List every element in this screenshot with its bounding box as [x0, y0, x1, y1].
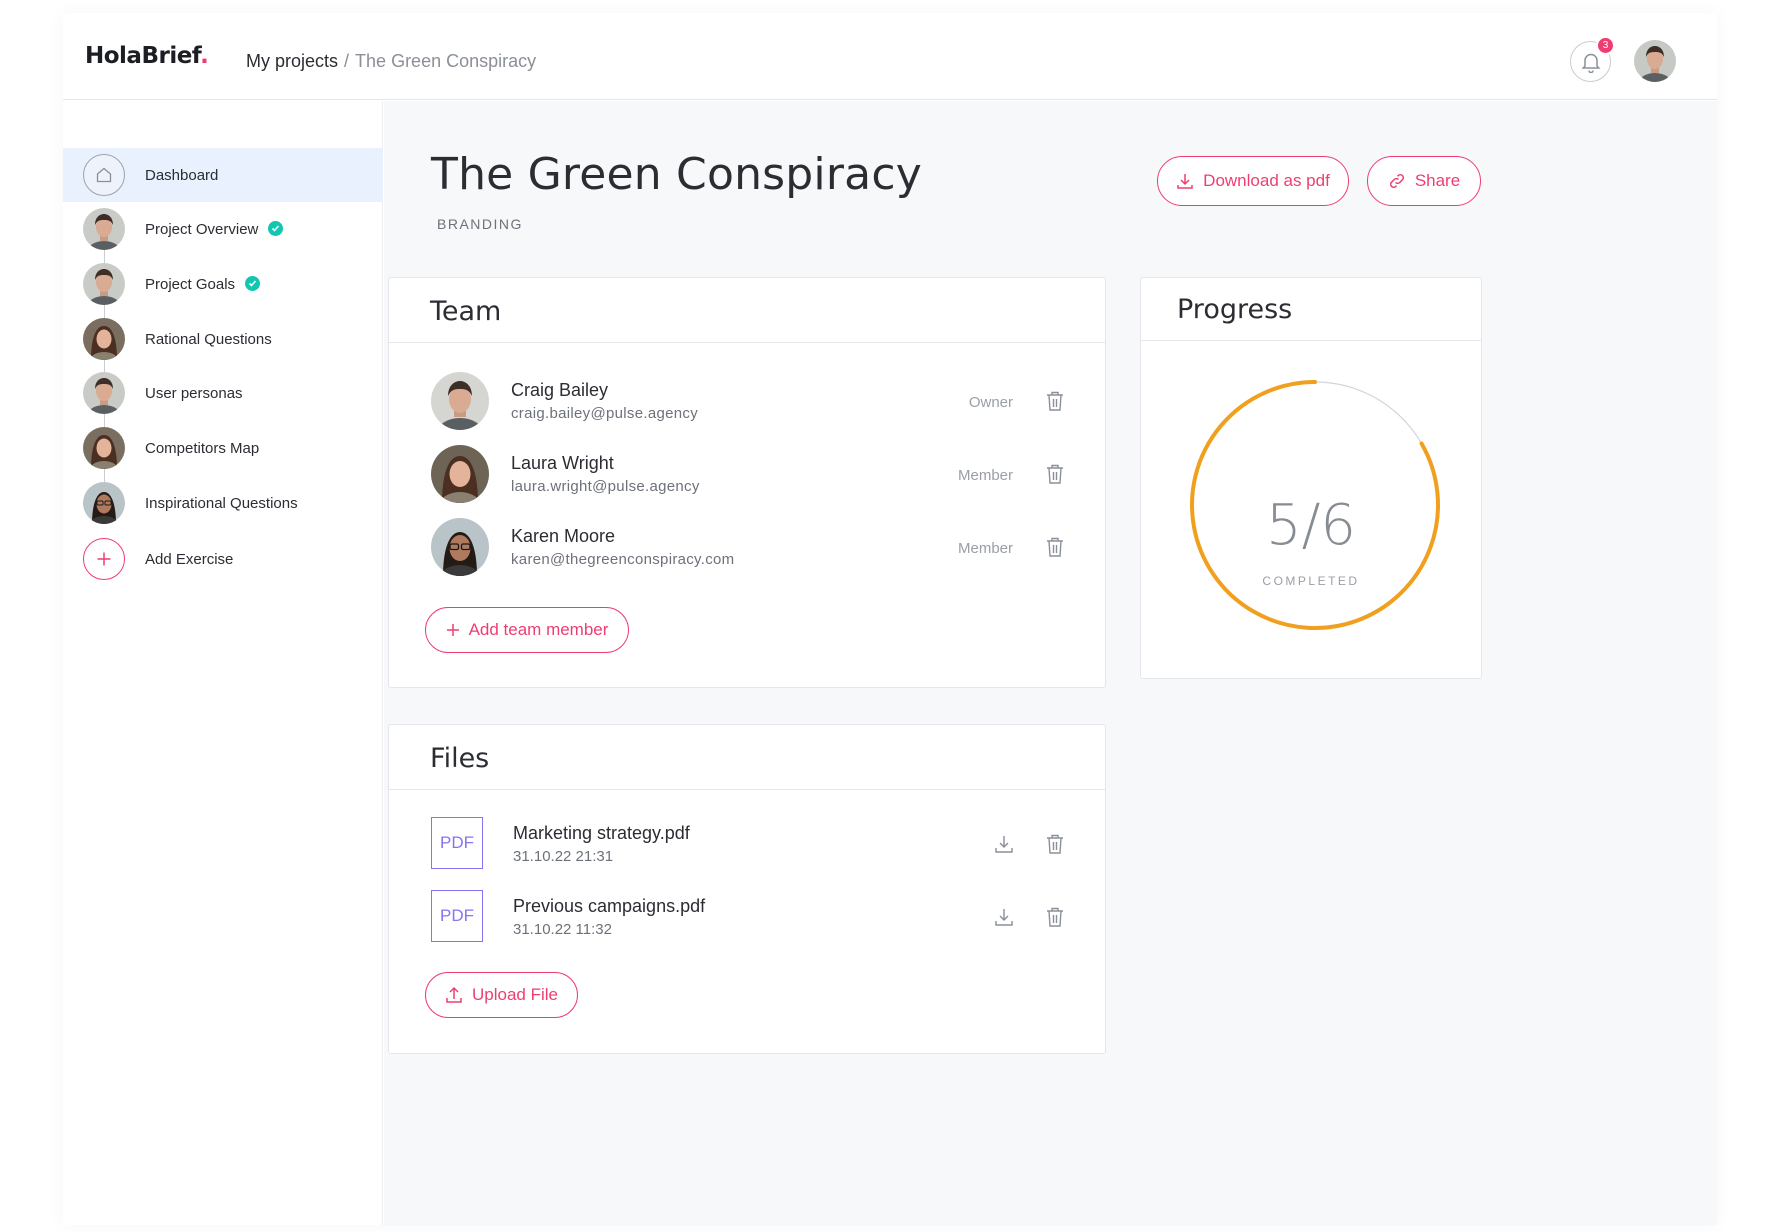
plus-icon	[446, 624, 459, 636]
team-member-row: Karen Moore karen@thegreenconspiracy.com…	[389, 518, 1105, 580]
logo[interactable]: HolaBrief.	[85, 43, 209, 69]
trash-icon[interactable]	[1045, 833, 1065, 855]
member-email: laura.wright@pulse.agency	[511, 478, 700, 495]
avatar-man-image	[1634, 40, 1676, 82]
sidebar-item-inspirational-questions[interactable]: Inspirational Questions	[63, 476, 383, 530]
files-card-header: Files	[389, 725, 1105, 790]
sidebar-item-label: Dashboard	[145, 166, 219, 184]
sidebar-item-project-overview[interactable]: Project Overview	[63, 202, 383, 256]
upload-icon	[446, 986, 462, 1003]
top-bar: HolaBrief. My projects / The Green Conspir…	[63, 13, 1717, 100]
team-card: Team Craig Bailey craig.bailey@pulse.age…	[388, 277, 1106, 688]
download-icon	[1177, 174, 1193, 189]
avatar	[431, 372, 489, 430]
home-icon	[83, 154, 125, 196]
files-title: Files	[430, 743, 490, 774]
progress-card: Progress 5/6 COMPLETED	[1140, 277, 1482, 679]
breadcrumb: My projects / The Green Conspiracy	[246, 51, 536, 72]
file-name[interactable]: Previous campaigns.pdf	[513, 896, 705, 917]
sidebar-item-label: User personas	[145, 384, 243, 402]
member-role: Owner	[968, 394, 1013, 411]
team-card-header: Team	[389, 278, 1105, 343]
project-category: BRANDING	[437, 216, 523, 232]
trash-icon[interactable]	[1045, 390, 1065, 412]
sidebar-item-competitors-map[interactable]: Competitors Map	[63, 421, 383, 475]
member-email: craig.bailey@pulse.agency	[511, 405, 698, 422]
sidebar-item-label: Project Goals	[145, 275, 261, 293]
logo-dot: .	[200, 43, 209, 69]
sidebar-item-rational-questions[interactable]: Rational Questions	[63, 312, 383, 366]
share-label: Share	[1414, 171, 1461, 190]
user-avatar[interactable]	[1634, 40, 1676, 82]
team-member-row: Craig Bailey craig.bailey@pulse.agency O…	[389, 372, 1105, 434]
avatar	[83, 482, 125, 524]
file-date: 31.10.22 21:31	[513, 848, 614, 865]
sidebar-item-project-goals[interactable]: Project Goals	[63, 257, 383, 311]
share-button[interactable]: Share	[1367, 156, 1481, 206]
sidebar: Dashboard Project Overview Project Goals…	[63, 101, 383, 1225]
sidebar-item-user-personas[interactable]: User personas	[63, 366, 383, 420]
trash-icon[interactable]	[1045, 906, 1065, 928]
sidebar-item-label: Inspirational Questions	[145, 494, 298, 512]
breadcrumb-root-link[interactable]: My projects	[246, 51, 338, 71]
avatar	[83, 318, 125, 360]
progress-caption: COMPLETED	[1262, 574, 1360, 588]
add-team-member-label: Add team member	[468, 620, 609, 639]
avatar	[431, 518, 489, 576]
download-pdf-label: Download as pdf	[1203, 171, 1330, 190]
member-name: Karen Moore	[511, 526, 616, 546]
avatar	[431, 445, 489, 503]
breadcrumb-separator: /	[344, 51, 350, 71]
files-card: Files PDF Marketing strategy.pdf 31.10.2…	[388, 724, 1106, 1054]
download-pdf-button[interactable]: Download as pdf	[1157, 156, 1349, 206]
upload-file-label: Upload File	[472, 985, 558, 1004]
pdf-file-icon: PDF	[431, 890, 483, 942]
file-date: 31.10.22 11:32	[513, 921, 612, 938]
bell-icon	[1581, 53, 1600, 73]
breadcrumb-current: The Green Conspiracy	[355, 51, 537, 71]
file-row: PDF Previous campaigns.pdf 31.10.22 11:3…	[389, 890, 1105, 946]
avatar	[83, 372, 125, 414]
member-email: karen@thegreenconspiracy.com	[511, 551, 735, 568]
pdf-file-icon: PDF	[431, 817, 483, 869]
member-role: Member	[957, 540, 1013, 557]
sidebar-item-text: Project Goals	[145, 275, 236, 293]
file-row: PDF Marketing strategy.pdf 31.10.22 21:3…	[389, 817, 1105, 873]
progress-title: Progress	[1177, 294, 1293, 325]
notification-badge: 3	[1596, 36, 1615, 55]
logo-text: HolaBrief	[85, 43, 201, 69]
member-role: Member	[957, 467, 1013, 484]
link-icon	[1389, 173, 1404, 189]
avatar	[83, 208, 125, 250]
team-title: Team	[430, 296, 502, 327]
trash-icon[interactable]	[1045, 536, 1065, 558]
progress-value: 5/6	[1265, 493, 1357, 558]
check-icon	[245, 275, 261, 291]
file-name[interactable]: Marketing strategy.pdf	[513, 823, 690, 844]
member-name: Craig Bailey	[511, 380, 609, 400]
download-icon[interactable]	[993, 833, 1015, 855]
avatar	[83, 263, 125, 305]
progress-card-header: Progress	[1141, 278, 1481, 341]
sidebar-item-label: Add Exercise	[145, 550, 234, 568]
sidebar-item-text: Project Overview	[145, 220, 259, 238]
sidebar-item-dashboard[interactable]: Dashboard	[63, 148, 383, 202]
page-title: The Green Conspiracy	[431, 149, 922, 200]
add-exercise-button[interactable]: Add Exercise	[63, 532, 383, 586]
check-icon	[268, 220, 284, 236]
add-team-member-button[interactable]: Add team member	[425, 607, 629, 653]
member-name: Laura Wright	[511, 453, 614, 473]
app-window: HolaBrief. My projects / The Green Conspir…	[63, 13, 1717, 1225]
main-content: The Green Conspiracy BRANDING Download a…	[384, 101, 1717, 1225]
trash-icon[interactable]	[1045, 463, 1065, 485]
sidebar-item-label: Competitors Map	[145, 439, 260, 457]
sidebar-item-label: Project Overview	[145, 220, 284, 238]
sidebar-item-label: Rational Questions	[145, 330, 272, 348]
plus-icon	[83, 538, 125, 580]
team-member-row: Laura Wright laura.wright@pulse.agency M…	[389, 445, 1105, 507]
avatar	[83, 427, 125, 469]
download-icon[interactable]	[993, 906, 1015, 928]
upload-file-button[interactable]: Upload File	[425, 972, 578, 1018]
